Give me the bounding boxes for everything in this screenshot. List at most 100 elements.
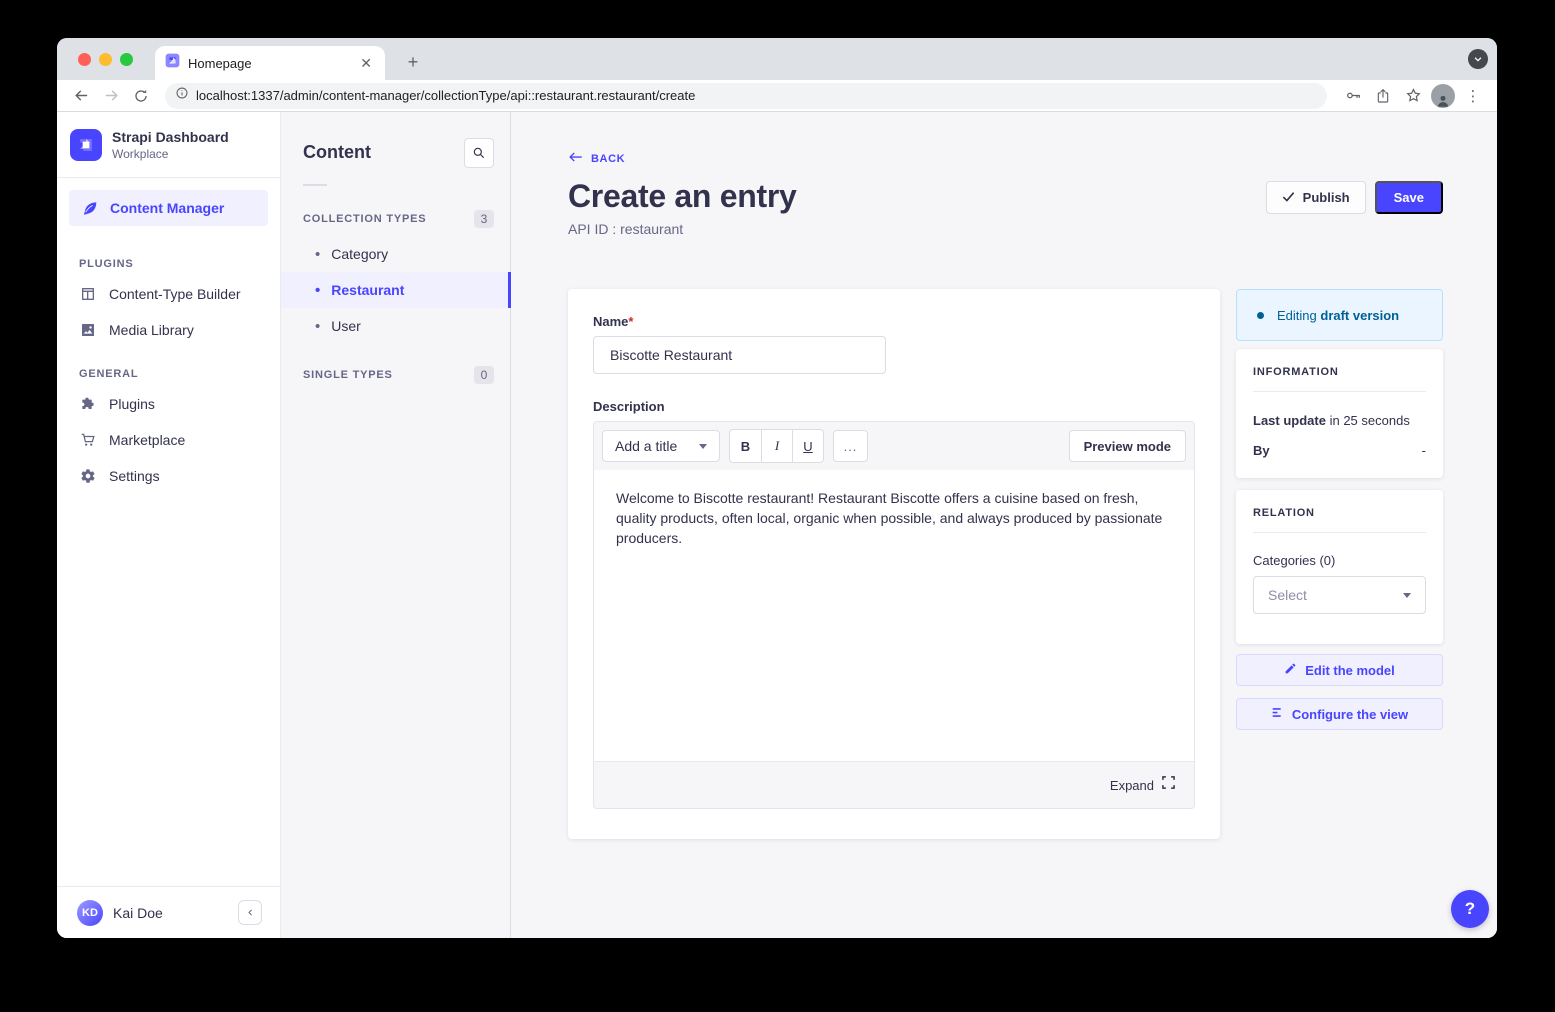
content-subnav: Content COLLECTION TYPES 3 • Category • … xyxy=(281,112,511,938)
editor-toolbar: Add a title B I U ... Preview mode xyxy=(594,422,1194,470)
gear-icon xyxy=(79,468,96,485)
workspace-subtitle: Workplace xyxy=(112,147,229,161)
new-tab-button[interactable]: + xyxy=(401,50,425,74)
single-types-count-badge: 0 xyxy=(474,366,494,384)
back-navigation-icon[interactable] xyxy=(69,84,93,108)
sidebar-section-plugins: PLUGINS xyxy=(57,238,280,276)
pencil-icon xyxy=(1284,662,1297,678)
edit-model-button[interactable]: Edit the model xyxy=(1236,654,1443,686)
sidebar-item-label: Content-Type Builder xyxy=(109,286,241,302)
sidebar-user-row: KD Kai Doe xyxy=(57,886,280,938)
browser-menu-icon[interactable]: ⋮ xyxy=(1461,84,1485,108)
workspace-title: Strapi Dashboard xyxy=(112,129,229,145)
site-info-icon[interactable] xyxy=(175,86,189,105)
macos-traffic-lights xyxy=(78,53,133,66)
relation-card: RELATION Categories (0) Select xyxy=(1236,490,1443,644)
page-title: Create an entry xyxy=(568,178,797,215)
subnav-item-category[interactable]: • Category xyxy=(281,236,510,272)
browser-profile-avatar[interactable] xyxy=(1431,84,1455,108)
description-textarea[interactable]: Welcome to Biscotte restaurant! Restaura… xyxy=(594,470,1194,761)
strapi-app: Strapi Dashboard Workplace Content Manag… xyxy=(57,112,1497,938)
information-card: INFORMATION Last update in 25 seconds By… xyxy=(1236,349,1443,478)
title-style-select[interactable]: Add a title xyxy=(602,430,720,462)
image-icon xyxy=(79,322,96,339)
main-sidebar: Strapi Dashboard Workplace Content Manag… xyxy=(57,112,281,938)
save-button[interactable]: Save xyxy=(1375,181,1443,214)
sidebar-item-content-manager[interactable]: Content Manager xyxy=(69,190,268,226)
description-editor: Add a title B I U ... Preview mode We xyxy=(593,421,1195,809)
feather-pen-icon xyxy=(81,200,98,217)
chevron-down-icon xyxy=(1403,593,1411,598)
password-key-icon[interactable] xyxy=(1341,84,1365,108)
subnav-item-restaurant[interactable]: • Restaurant xyxy=(281,272,510,308)
sidebar-item-label: Settings xyxy=(109,468,160,484)
browser-url-bar: localhost:1337/admin/content-manager/col… xyxy=(57,80,1497,112)
puzzle-icon xyxy=(79,396,96,413)
user-name: Kai Doe xyxy=(113,905,228,921)
italic-button[interactable]: I xyxy=(761,430,792,462)
chrome-profile-chevron-icon[interactable] xyxy=(1468,49,1488,69)
bullet-icon: • xyxy=(315,247,320,262)
subnav-divider xyxy=(303,184,327,186)
underline-button[interactable]: U xyxy=(792,430,823,462)
by-row: By- xyxy=(1253,443,1426,458)
collection-types-label: COLLECTION TYPES xyxy=(303,213,426,225)
browser-tab[interactable]: Homepage ✕ xyxy=(155,46,385,80)
bold-button[interactable]: B xyxy=(730,430,761,462)
back-link[interactable]: BACK xyxy=(568,150,1443,168)
subnav-item-label: Restaurant xyxy=(331,282,404,298)
help-button[interactable]: ? xyxy=(1451,890,1489,928)
name-input[interactable] xyxy=(593,336,886,374)
share-icon[interactable] xyxy=(1371,84,1395,108)
bullet-icon: • xyxy=(315,283,320,298)
entry-aside: Editing draft version INFORMATION Last u… xyxy=(1236,289,1443,730)
forward-navigation-icon[interactable] xyxy=(99,84,123,108)
collapse-sidebar-button[interactable] xyxy=(238,900,262,925)
subnav-title: Content xyxy=(303,142,371,163)
workspace-brand[interactable]: Strapi Dashboard Workplace xyxy=(57,112,280,178)
expand-icon[interactable] xyxy=(1162,776,1175,794)
more-formatting-button[interactable]: ... xyxy=(833,430,868,462)
categories-select[interactable]: Select xyxy=(1253,576,1426,614)
text-format-group: B I U xyxy=(729,429,824,463)
subnav-item-label: User xyxy=(331,318,361,334)
back-label: BACK xyxy=(591,153,625,165)
sidebar-item-media-library[interactable]: Media Library xyxy=(57,312,280,348)
required-asterisk: * xyxy=(628,314,633,329)
sidebar-item-plugins[interactable]: Plugins xyxy=(57,386,280,422)
single-types-label: SINGLE TYPES xyxy=(303,369,393,381)
sidebar-item-settings[interactable]: Settings xyxy=(57,458,280,494)
sidebar-section-general: GENERAL xyxy=(57,348,280,386)
categories-label: Categories (0) xyxy=(1253,553,1426,568)
expand-label: Expand xyxy=(1110,778,1154,793)
minimize-window-button[interactable] xyxy=(99,53,112,66)
entry-form-card: Name* Description Add a title B I xyxy=(568,289,1220,839)
relation-title: RELATION xyxy=(1253,507,1426,519)
address-bar[interactable]: localhost:1337/admin/content-manager/col… xyxy=(165,83,1327,109)
fullscreen-window-button[interactable] xyxy=(120,53,133,66)
configure-view-button[interactable]: Configure the view xyxy=(1236,698,1443,730)
editor-footer: Expand xyxy=(594,761,1194,808)
name-field-label: Name* xyxy=(593,314,1195,329)
reload-icon[interactable] xyxy=(129,84,153,108)
tab-title: Homepage xyxy=(188,56,349,71)
subnav-item-label: Category xyxy=(331,246,388,262)
url-text: localhost:1337/admin/content-manager/col… xyxy=(196,88,695,103)
close-window-button[interactable] xyxy=(78,53,91,66)
draft-status-text: Editing draft version xyxy=(1277,308,1399,323)
bookmark-star-icon[interactable] xyxy=(1401,84,1425,108)
browser-window: Homepage ✕ + localhost:1337/admin/conten… xyxy=(57,38,1497,938)
preview-mode-button[interactable]: Preview mode xyxy=(1069,430,1186,462)
description-field-label: Description xyxy=(593,399,1195,414)
sidebar-item-label: Content Manager xyxy=(110,200,224,216)
sidebar-item-label: Media Library xyxy=(109,322,194,338)
subnav-item-user[interactable]: • User xyxy=(281,308,510,344)
layout-icon xyxy=(79,286,96,303)
publish-button[interactable]: Publish xyxy=(1266,181,1366,214)
sidebar-item-content-type-builder[interactable]: Content-Type Builder xyxy=(57,276,280,312)
user-avatar[interactable]: KD xyxy=(77,900,103,926)
sidebar-item-marketplace[interactable]: Marketplace xyxy=(57,422,280,458)
strapi-logo xyxy=(70,129,102,161)
tab-close-icon[interactable]: ✕ xyxy=(357,55,375,72)
search-button[interactable] xyxy=(464,138,494,168)
